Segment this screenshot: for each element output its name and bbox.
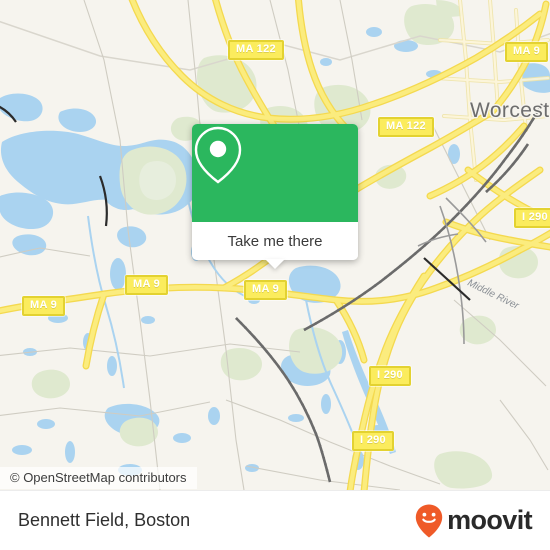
highway-shield-ma9-topright[interactable]: MA 9 (505, 42, 549, 62)
highway-shield-ma9-center[interactable]: MA 9 (244, 280, 288, 300)
city-label-worcester: Worcester (470, 99, 550, 122)
highway-shield-i290-bottom[interactable]: I 290 (352, 431, 394, 451)
highway-shield-ma122-mid[interactable]: MA 122 (378, 117, 434, 137)
bottom-bar: Bennett Field, Boston moovit (0, 490, 550, 550)
moovit-logo[interactable]: moovit (414, 503, 533, 539)
osm-attribution[interactable]: © OpenStreetMap contributors (0, 467, 197, 489)
popup-pointer (265, 259, 285, 269)
highway-shield-ma122-top[interactable]: MA 122 (228, 40, 284, 60)
take-me-there-button[interactable]: Take me there (192, 222, 358, 260)
place-title: Bennett Field, Boston (18, 510, 191, 530)
highway-shield-i290-lower[interactable]: I 290 (369, 366, 411, 386)
map-canvas[interactable]: .w { fill:#aad3f0; } .pk { fill:#dfe9cf;… (0, 0, 550, 490)
moovit-wordmark: moovit (447, 505, 533, 535)
highway-shield-ma9-left[interactable]: MA 9 (125, 275, 169, 295)
moovit-smiley-pin-icon (415, 504, 443, 537)
highway-shield-i290-right[interactable]: I 290 (514, 208, 550, 228)
popup-pin-area (192, 124, 358, 222)
highway-shield-ma9-far-left[interactable]: MA 9 (22, 296, 66, 316)
map-pin-icon (194, 126, 242, 184)
location-popup-card[interactable]: Take me there (192, 124, 358, 269)
map-screen: .w { fill:#aad3f0; } .pk { fill:#dfe9cf;… (0, 0, 550, 550)
